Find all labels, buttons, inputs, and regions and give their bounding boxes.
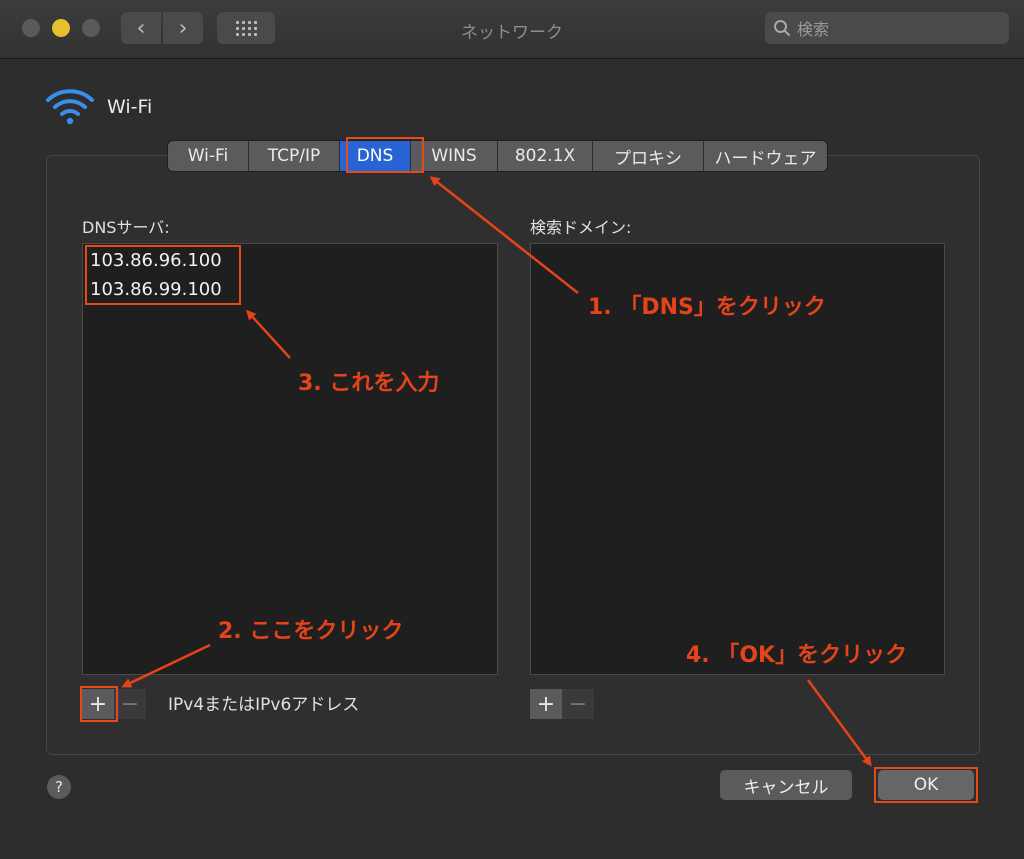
annotation-step1: 1. 「DNS」をクリック [588, 295, 826, 320]
annotation-step3: 3. これを入力 [298, 371, 440, 396]
network-preferences-window: ‹ › ネットワーク 検索 Wi-Fi Wi-Fi TCP/IP DNS WIN… [0, 0, 1024, 859]
arrow-to-dns-tab [429, 176, 579, 294]
arrow-to-ok-button [806, 679, 872, 767]
arrow-to-dns-entries [245, 309, 291, 359]
annotation-arrows [121, 176, 872, 767]
arrow-to-add-button [121, 643, 211, 688]
annotation-step4: 4. 「OK」をクリック [686, 643, 908, 668]
annotation-step2: 2. ここをクリック [218, 619, 404, 644]
